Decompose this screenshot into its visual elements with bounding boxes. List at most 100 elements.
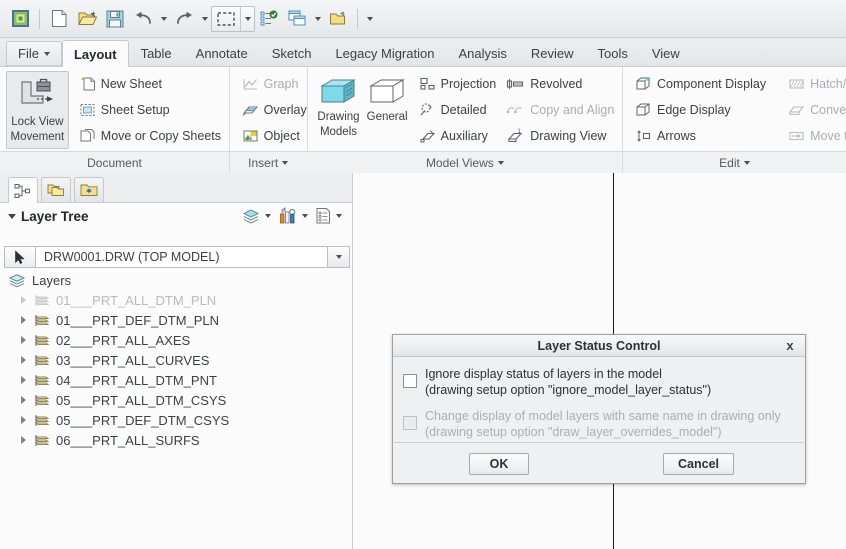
object-button[interactable]: Object [238,123,311,149]
expand-triangle-icon[interactable] [18,436,28,444]
lock-view-movement-label-1: Lock View [11,116,64,128]
undo-icon[interactable] [130,6,156,32]
detail-tree-tab[interactable] [41,177,71,202]
ok-button[interactable]: OK [469,452,529,475]
selection-filter-dropdown-icon[interactable] [241,7,254,31]
ignore-model-layer-status-option[interactable]: Ignore display status of layers in the m… [403,366,795,398]
drawing-models-label-2: Models [319,126,358,138]
document-group-label: Document [87,155,142,170]
projection-view-button[interactable]: Projection [415,71,501,97]
revolved-view-button[interactable]: Revolved [502,71,618,97]
redo-icon[interactable] [171,6,197,32]
collapse-triangle-icon[interactable] [8,213,16,219]
list-item[interactable]: 05___PRT_DEF_DTM_CSYS [0,410,352,430]
window-icon[interactable] [284,6,310,32]
move-or-copy-sheets-button[interactable]: Move or Copy Sheets [75,123,225,149]
tree-root-label: Layers [32,272,72,288]
ribbon-group-edit: Component Display Edge Display Arrows Ha… [623,67,846,173]
regenerate-icon[interactable] [256,6,282,32]
detailed-view-button[interactable]: Detailed [415,97,501,123]
auxiliary-view-button[interactable]: Auxiliary [415,123,501,149]
dialog-title: Layer Status Control [537,338,661,353]
hatch-fill-button[interactable]: Hatch/Fi [784,71,846,97]
favorites-tab[interactable] [74,177,104,202]
expand-triangle-icon[interactable] [18,336,28,344]
list-item[interactable]: 01___PRT_ALL_DTM_PLN [0,290,352,310]
general-view-button[interactable]: General [364,71,411,149]
tab-view[interactable]: View [640,40,692,66]
edge-display-button[interactable]: Edge Display [631,97,770,123]
move-to-button[interactable]: Move to [784,123,846,149]
ribbon-group-edit-title[interactable]: Edit [623,151,846,173]
draw-layer-overrides-model-checkbox [403,416,417,430]
list-item[interactable]: 05___PRT_ALL_DTM_CSYS [0,390,352,410]
layers-display-button[interactable] [241,208,261,225]
selection-box-icon[interactable] [213,6,239,32]
tab-file[interactable]: File [6,41,62,66]
save-icon[interactable] [102,6,128,32]
cancel-button[interactable]: Cancel [663,452,734,475]
drawing-models-button[interactable]: Drawing Models [313,71,363,149]
tree-columns-button[interactable] [315,207,332,225]
tools-button[interactable] [278,207,298,225]
new-icon[interactable] [46,6,72,32]
arrows-button[interactable]: Arrows [631,123,770,149]
model-filter-value[interactable]: DRW0001.DRW (TOP MODEL) [36,246,328,268]
tree-root-layers[interactable]: Layers [0,270,352,290]
tab-sketch[interactable]: Sketch [260,40,324,66]
expand-triangle-icon[interactable] [18,356,28,364]
close-window-icon[interactable] [325,6,351,32]
hatch-fill-icon [789,79,804,89]
undo-dropdown-icon[interactable] [157,7,170,31]
layer-tree-header: Layer Tree [0,203,352,229]
component-display-button[interactable]: Component Display [631,71,770,97]
tab-table[interactable]: Table [129,40,184,66]
ribbon-group-model-views-title[interactable]: Model Views [307,151,623,173]
chevron-down-icon [743,160,750,165]
layers-display-dropdown[interactable] [261,204,275,228]
expand-triangle-icon[interactable] [18,396,28,404]
chevron-down-icon [497,160,504,165]
graph-button[interactable]: Graph [238,71,311,97]
list-item[interactable]: 03___PRT_ALL_CURVES [0,350,352,370]
overflow-icon[interactable] [363,7,376,31]
expand-triangle-icon[interactable] [18,296,28,304]
list-item[interactable]: 02___PRT_ALL_AXES [0,330,352,350]
model-tree-tab[interactable] [8,177,38,203]
expand-triangle-icon[interactable] [18,316,28,324]
list-item[interactable]: 01___PRT_DEF_DTM_PLN [0,310,352,330]
sheet-setup-button[interactable]: Sheet Setup [75,97,225,123]
revolved-view-label: Revolved [530,77,583,91]
list-item[interactable]: 06___PRT_ALL_SURFS [0,430,352,450]
select-model-button[interactable] [4,246,36,268]
drawing-view-button[interactable]: 1 Drawing View [502,123,618,149]
tab-review[interactable]: Review [519,40,586,66]
navigator-tab-strip [0,173,352,203]
option-line-1: Change display of model layers with same… [425,409,781,423]
tools-dropdown[interactable] [298,204,312,228]
overlay-button[interactable]: Overlay [238,97,311,123]
tab-layout[interactable]: Layout [61,40,129,67]
lock-view-movement-button[interactable]: Lock View Movement [6,71,69,149]
redo-dropdown-icon[interactable] [198,7,211,31]
toolbar-separator-2 [357,8,358,29]
list-item[interactable]: 04___PRT_ALL_DTM_PNT [0,370,352,390]
convert-to-button[interactable]: Convert t [784,97,846,123]
copy-and-align-button[interactable]: Copy and Align [502,97,618,123]
tab-annotate[interactable]: Annotate [184,40,260,66]
projection-view-icon [420,77,435,90]
ignore-model-layer-status-checkbox[interactable] [403,374,417,388]
model-filter-dropdown[interactable] [328,246,350,268]
window-dropdown-icon[interactable] [311,7,324,31]
close-icon[interactable]: x [782,337,798,353]
expand-triangle-icon[interactable] [18,416,28,424]
expand-triangle-icon[interactable] [18,376,28,384]
tab-analysis[interactable]: Analysis [446,40,518,66]
tab-legacy-migration[interactable]: Legacy Migration [323,40,446,66]
ribbon-group-insert-title[interactable]: Insert [229,151,307,173]
tab-tools[interactable]: Tools [586,40,640,66]
app-logo-icon[interactable] [7,6,33,32]
tree-columns-dropdown[interactable] [332,204,346,228]
new-sheet-button[interactable]: New Sheet [75,71,225,97]
open-icon[interactable] [74,6,100,32]
